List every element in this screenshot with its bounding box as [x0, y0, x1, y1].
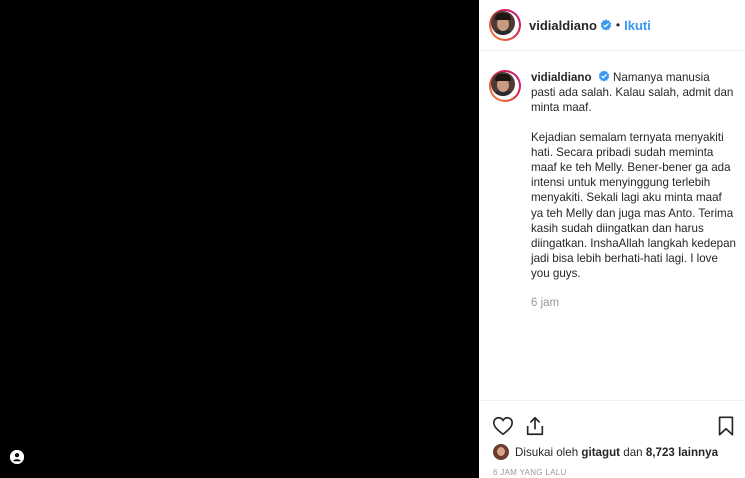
action-bar: [479, 400, 745, 444]
post-timestamp[interactable]: 6 JAM YANG LALU: [493, 468, 567, 477]
bookmark-icon[interactable]: [715, 415, 737, 437]
comments-section: vidialdiano Namanya manusia pasti ada sa…: [489, 70, 737, 311]
comment-time[interactable]: 6 jam: [531, 296, 737, 311]
share-icon[interactable]: [524, 415, 546, 437]
avatar[interactable]: [489, 9, 521, 41]
heart-icon[interactable]: [492, 415, 514, 437]
liked-by-prefix: Disukai oleh: [515, 445, 579, 459]
separator-dot: •: [615, 18, 621, 32]
liker-avatar[interactable]: [493, 444, 509, 460]
caption-username[interactable]: vidialdiano: [531, 71, 592, 84]
caption-text: vidialdiano Namanya manusia pasti ada sa…: [531, 70, 737, 311]
verified-badge-icon: [600, 19, 612, 31]
header-username[interactable]: vidialdiano: [529, 18, 597, 33]
caption-paragraph-2: Kejadian semalam ternyata menyakiti hati…: [531, 130, 736, 281]
user-tag-button[interactable]: [10, 450, 24, 464]
liked-by-and: dan: [623, 445, 643, 459]
post-header: vidialdiano • Ikuti: [479, 0, 745, 51]
post-media[interactable]: [0, 0, 479, 478]
verified-badge-icon: [598, 70, 609, 82]
caption-avatar[interactable]: [489, 70, 521, 102]
user-tag-icon: [10, 450, 24, 464]
post-side-panel: vidialdiano • Ikuti vidialdiano Namanya: [479, 0, 745, 478]
liked-by-user[interactable]: gitagut: [581, 446, 620, 459]
likes-summary: Disukai oleh gitagut dan 8,723 lainnya: [493, 444, 718, 460]
caption-row: vidialdiano Namanya manusia pasti ada sa…: [489, 70, 737, 311]
follow-button[interactable]: Ikuti: [624, 18, 651, 33]
likes-count[interactable]: 8,723 lainnya: [646, 446, 718, 459]
